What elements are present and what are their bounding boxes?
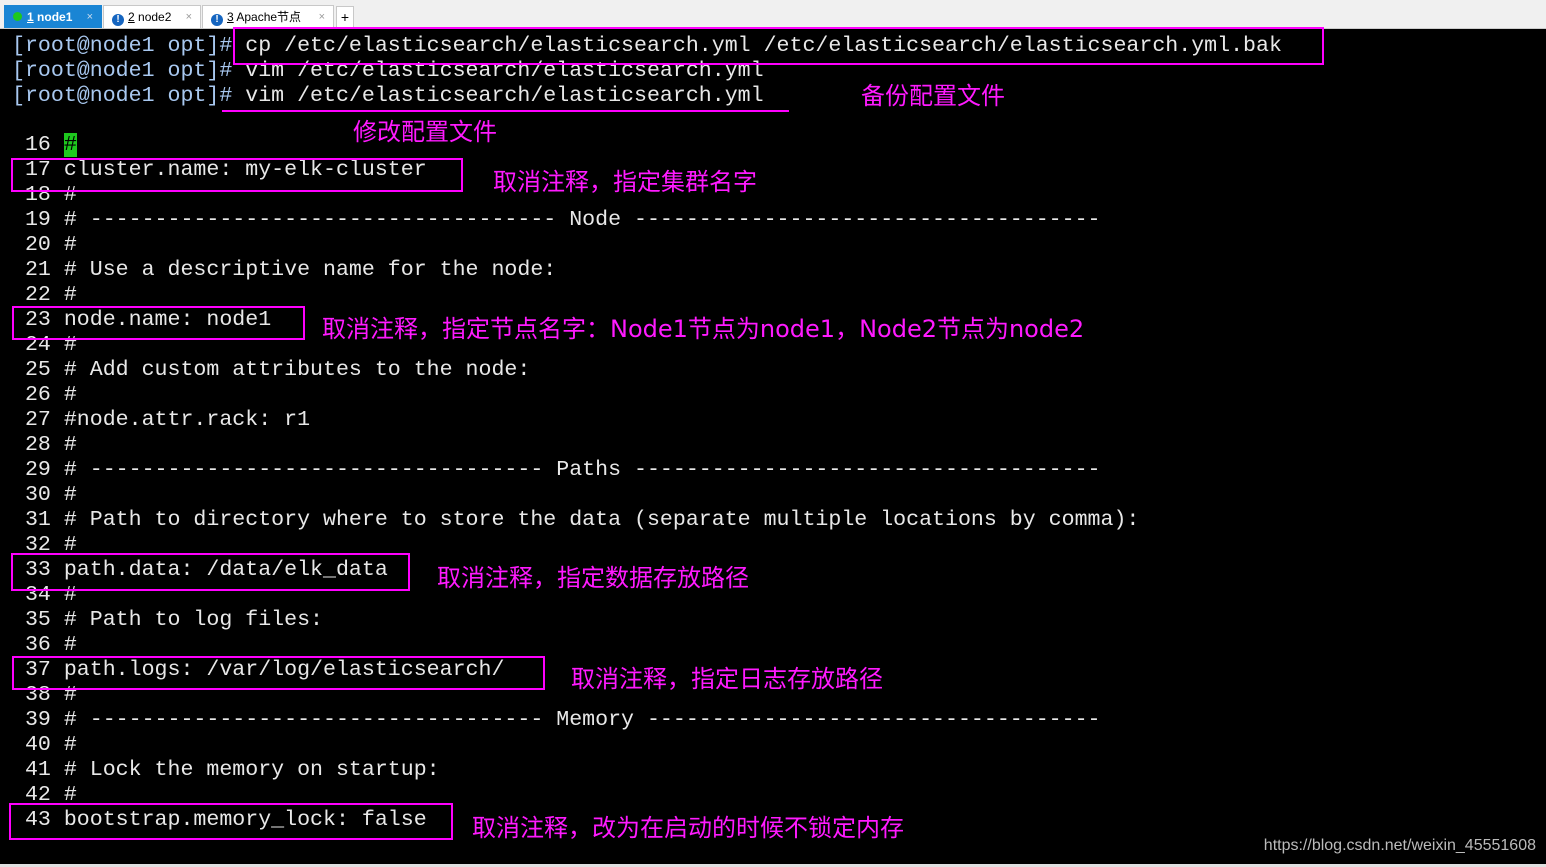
highlight-box-cp xyxy=(233,27,1324,65)
highlight-box-data xyxy=(11,553,410,591)
prompt: [root@node1 opt]# xyxy=(12,59,233,83)
prompt: [root@node1 opt]# xyxy=(12,84,233,108)
editor-line: 22 # xyxy=(12,283,77,307)
tab-number: 1 xyxy=(27,10,34,24)
annotation-cluster: 取消注释，指定集群名字 xyxy=(493,168,757,196)
connected-icon xyxy=(13,12,22,21)
warning-icon: ! xyxy=(112,14,124,26)
tab-number: 3 xyxy=(227,10,234,24)
tab-apache[interactable]: ! 3 Apache节点 × xyxy=(202,5,334,28)
annotation-logs: 取消注释，指定日志存放路径 xyxy=(571,665,883,693)
annotation-memory: 取消注释，改为在启动的时候不锁定内存 xyxy=(472,814,904,842)
command-line: [root@node1 opt]# vim /etc/elasticsearch… xyxy=(12,84,764,109)
annotation-node: 取消注释，指定节点名字：Node1节点为node1，Node2节点为node2 xyxy=(322,315,1085,343)
prompt: [root@node1 opt]# xyxy=(12,34,233,58)
editor-line: 31 # Path to directory where to store th… xyxy=(12,508,1140,532)
editor-line: 20 # xyxy=(12,233,77,257)
tab-node2[interactable]: ! 2 node2 × xyxy=(103,5,201,28)
terminal[interactable]: [root@node1 opt]# cp /etc/elasticsearch/… xyxy=(0,29,1546,864)
editor-line: 27 #node.attr.rack: r1 xyxy=(12,408,311,432)
tab-label: Apache节点 xyxy=(236,10,302,24)
new-tab-button[interactable]: + xyxy=(336,6,354,28)
tab-label: node2 xyxy=(138,10,172,24)
highlight-box-cluster xyxy=(11,158,463,192)
close-tab-icon[interactable]: × xyxy=(319,6,325,29)
command: vim /etc/elasticsearch/elasticsearch.yml xyxy=(232,84,764,108)
editor-line: 30 # xyxy=(12,483,77,507)
line-number: 16 xyxy=(12,133,64,157)
tab-node1[interactable]: 1 node1 × xyxy=(4,5,102,28)
annotation-backup: 备份配置文件 xyxy=(861,82,1005,110)
editor-line: 28 # xyxy=(12,433,77,457)
editor-line: 41 # Lock the memory on startup: xyxy=(12,758,440,782)
editor-line: 29 # -----------------------------------… xyxy=(12,458,1101,482)
highlight-box-logs xyxy=(12,656,545,690)
tab-number: 2 xyxy=(128,10,135,24)
highlight-box-memory xyxy=(9,803,453,840)
editor-line: 19 # -----------------------------------… xyxy=(12,208,1101,232)
editor-line: 16 # xyxy=(12,133,77,158)
editor-line: 26 # xyxy=(12,383,77,407)
editor-line: 40 # xyxy=(12,733,77,757)
editor-line: 39 # -----------------------------------… xyxy=(12,708,1101,732)
editor-line: 35 # Path to log files: xyxy=(12,608,324,632)
tab-bar: 1 node1 × ! 2 node2 × ! 3 Apache节点 × + xyxy=(0,0,1546,29)
highlight-box-node xyxy=(12,306,305,340)
warning-icon: ! xyxy=(211,14,223,26)
cursor: # xyxy=(63,133,77,157)
tab-label: node1 xyxy=(37,10,73,24)
close-tab-icon[interactable]: × xyxy=(87,6,93,29)
editor-line: 25 # Add custom attributes to the node: xyxy=(12,358,531,382)
editor-line: 21 # Use a descriptive name for the node… xyxy=(12,258,557,282)
annotation-modify: 修改配置文件 xyxy=(353,118,497,146)
underline-vim xyxy=(222,110,789,112)
annotation-data: 取消注释，指定数据存放路径 xyxy=(437,564,749,592)
close-tab-icon[interactable]: × xyxy=(186,6,192,29)
watermark: https://blog.csdn.net/weixin_45551608 xyxy=(1263,837,1536,854)
editor-line: 36 # xyxy=(12,633,77,657)
